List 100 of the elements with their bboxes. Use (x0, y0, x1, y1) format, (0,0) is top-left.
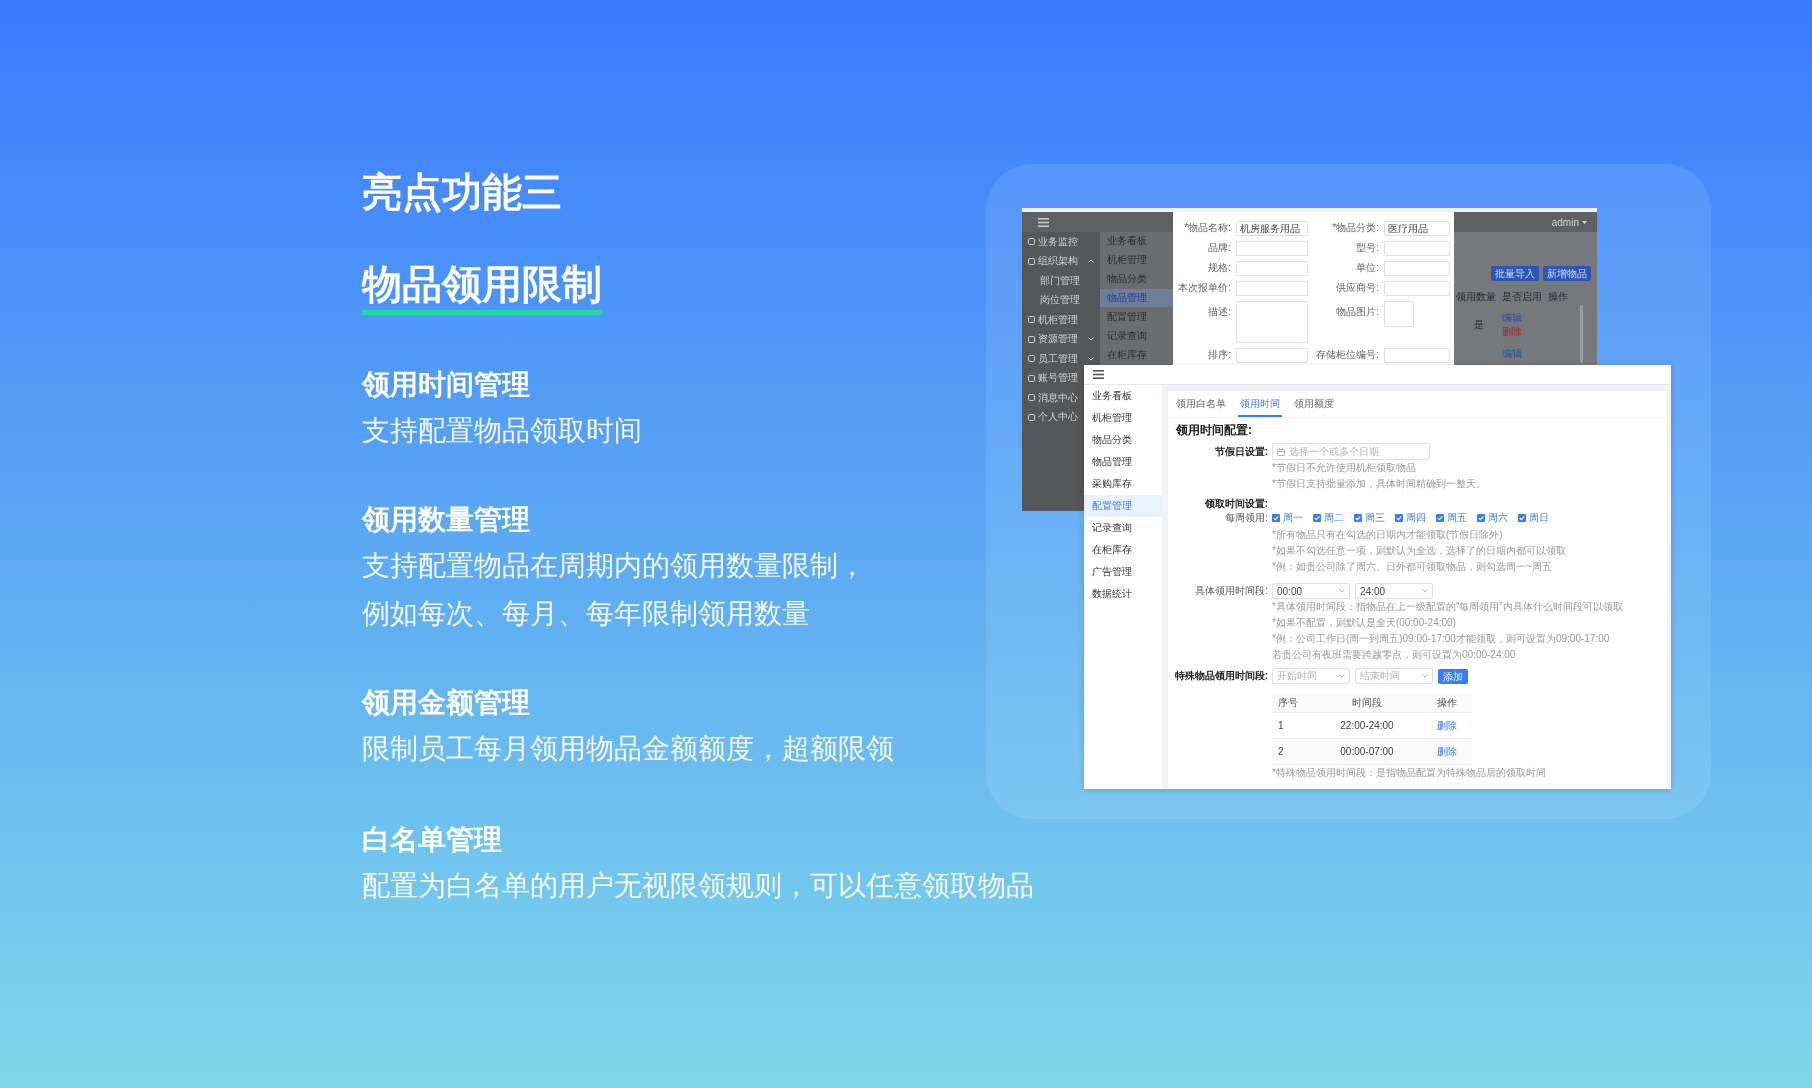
square-icon (1028, 374, 1035, 382)
feature-description: 例如每次、每月、每年限制领用数量 (362, 597, 810, 631)
square-icon (1028, 413, 1035, 421)
sidebar-item[interactable]: 个人中心 (1022, 411, 1078, 424)
input-field[interactable] (1384, 280, 1450, 296)
table-cell: 是 (1474, 319, 1484, 331)
input-field[interactable] (1236, 240, 1308, 256)
feature-heading: 领用数量管理 (362, 503, 530, 537)
toolbar-button[interactable]: 批量导入 (1491, 266, 1539, 281)
hint-text: *节假日不允许使用机柜领取物品 (1272, 461, 1416, 475)
weekday-checkbox[interactable]: 周五 (1436, 512, 1467, 524)
tab[interactable]: 领用时间 (1238, 391, 1282, 417)
input-field[interactable]: 机房服务用品 (1236, 220, 1308, 236)
input-field[interactable]: 医疗用品 (1384, 220, 1450, 236)
hint-text: *如果不配置，则默认是全天(00:00-24:00) (1272, 616, 1456, 630)
weekday-checkbox[interactable]: 周六 (1477, 512, 1508, 524)
sidebar-item[interactable]: 部门管理 (1022, 274, 1080, 287)
menu-icon[interactable] (1093, 370, 1104, 379)
field-label: 描述: (1208, 306, 1231, 318)
sidebar-item[interactable]: 员工管理 (1022, 352, 1094, 365)
hint-text: *所有物品只有在勾选的日期内才能领取(节假日除外) (1272, 528, 1503, 542)
calendar-icon (1277, 447, 1285, 456)
field-label: 排序: (1208, 349, 1231, 361)
field-label: *物品名称: (1184, 222, 1231, 234)
table-cell: 00:00-07:00 (1312, 739, 1422, 765)
chevron-down-icon (1339, 589, 1345, 593)
form-heading: 领用时间配置: (1176, 422, 1252, 438)
square-icon (1028, 394, 1035, 402)
sidebar-item[interactable]: 记录查询 (1084, 517, 1162, 539)
chevron-down-icon (1339, 674, 1345, 678)
field-label: 物品图片: (1336, 306, 1379, 318)
weekday-checkbox[interactable]: 周一 (1272, 512, 1303, 524)
sidebar-item[interactable]: 账号管理 (1022, 372, 1078, 385)
sidebar-item[interactable]: 数据统计 (1084, 583, 1162, 605)
table-header-cell: 操作 (1548, 291, 1568, 303)
time-select[interactable]: 00:00 (1272, 583, 1350, 599)
toolbar-button[interactable]: 新增物品 (1543, 266, 1591, 281)
weekday-checkbox[interactable]: 周四 (1395, 512, 1426, 524)
field-label: 规格: (1208, 262, 1231, 274)
menu-icon[interactable] (1038, 217, 1049, 227)
caret-icon (1582, 220, 1587, 224)
sidebar-item[interactable]: 广告管理 (1084, 561, 1162, 583)
sidebar-item[interactable]: 采购库存 (1084, 473, 1162, 495)
delete-link[interactable]: 删除 (1437, 720, 1457, 731)
user-menu[interactable]: admin (1551, 216, 1587, 228)
image-upload-box[interactable] (1384, 301, 1414, 327)
input-field[interactable] (1236, 347, 1308, 363)
delete-link[interactable]: 删除 (1437, 746, 1457, 757)
field-label: 本次报单价: (1178, 282, 1231, 294)
weekday-checkbox[interactable]: 周日 (1518, 512, 1549, 524)
square-icon (1028, 335, 1035, 343)
feature-description: 支持配置物品在周期内的领用数量限制， (362, 549, 866, 583)
feature-heading: 领用时间管理 (362, 368, 530, 402)
hint-text: 若贵公司有夜班需要跨越零点，则可设置为00:00-24:00 (1272, 648, 1516, 662)
table-header-cell: 是否启用 (1502, 291, 1542, 303)
table-cell: 2 (1272, 739, 1312, 765)
sidebar-item[interactable]: 业务看板 (1084, 385, 1162, 407)
input-field[interactable] (1236, 280, 1308, 296)
input-field[interactable] (1384, 260, 1450, 276)
table-header-cell: 操作 (1422, 693, 1472, 713)
page-heading: 亮点功能三 (362, 169, 562, 216)
field-label: 供应商号: (1336, 282, 1379, 294)
field-label: 领取时间设置: (1204, 498, 1268, 510)
input-field[interactable] (1384, 240, 1450, 256)
sidebar-item[interactable]: 岗位管理 (1022, 294, 1080, 307)
field-label: 型号: (1356, 242, 1379, 254)
field-label: 单位: (1356, 262, 1379, 274)
sidebar-item[interactable]: 消息中心 (1022, 391, 1078, 404)
weekday-checkbox[interactable]: 周二 (1313, 512, 1344, 524)
sidebar-item[interactable]: 业务监控 (1022, 235, 1078, 248)
tab[interactable]: 领用白名单 (1174, 391, 1228, 417)
menu-item[interactable]: 业务看板 (1100, 232, 1173, 250)
table-header-cell: 领用数量 (1456, 291, 1496, 303)
sidebar-item[interactable]: 组织架构 (1022, 255, 1094, 268)
feature-heading: 领用金额管理 (362, 686, 530, 720)
sidebar-item[interactable]: 物品分类 (1084, 429, 1162, 451)
tab[interactable]: 领用额度 (1292, 391, 1336, 417)
sidebar-item[interactable]: 资源管理 (1022, 333, 1094, 346)
sidebar-item[interactable]: 在柜库存 (1084, 539, 1162, 561)
sidebar-item[interactable]: 机柜管理 (1022, 313, 1078, 326)
feature-heading: 白名单管理 (362, 823, 502, 857)
field-label: 特殊物品领用时间段: (1174, 670, 1268, 682)
sidebar-item[interactable]: 配置管理 (1084, 495, 1162, 517)
chevron-down-icon (1422, 674, 1428, 678)
section-title: 物品领用限制 (362, 260, 602, 315)
weekday-checkbox[interactable]: 周三 (1354, 512, 1385, 524)
add-button[interactable]: 添加 (1438, 668, 1468, 684)
scrollbar[interactable] (1579, 305, 1583, 363)
sidebar-item[interactable]: 机柜管理 (1084, 407, 1162, 429)
field-label: 节假日设置: (1214, 445, 1268, 458)
table-header-cell: 时间段 (1312, 693, 1422, 713)
textarea-field[interactable] (1236, 301, 1308, 343)
input-field[interactable] (1384, 347, 1450, 363)
input-field[interactable] (1236, 260, 1308, 276)
sidebar-item[interactable]: 物品管理 (1084, 451, 1162, 473)
feature-description: 支持配置物品领取时间 (362, 414, 642, 448)
time-select[interactable]: 24:00 (1355, 583, 1433, 599)
field-label: 存储柜位编号: (1316, 349, 1379, 361)
table-header-cell: 序号 (1272, 693, 1312, 713)
field-label: *物品分类: (1332, 222, 1379, 234)
